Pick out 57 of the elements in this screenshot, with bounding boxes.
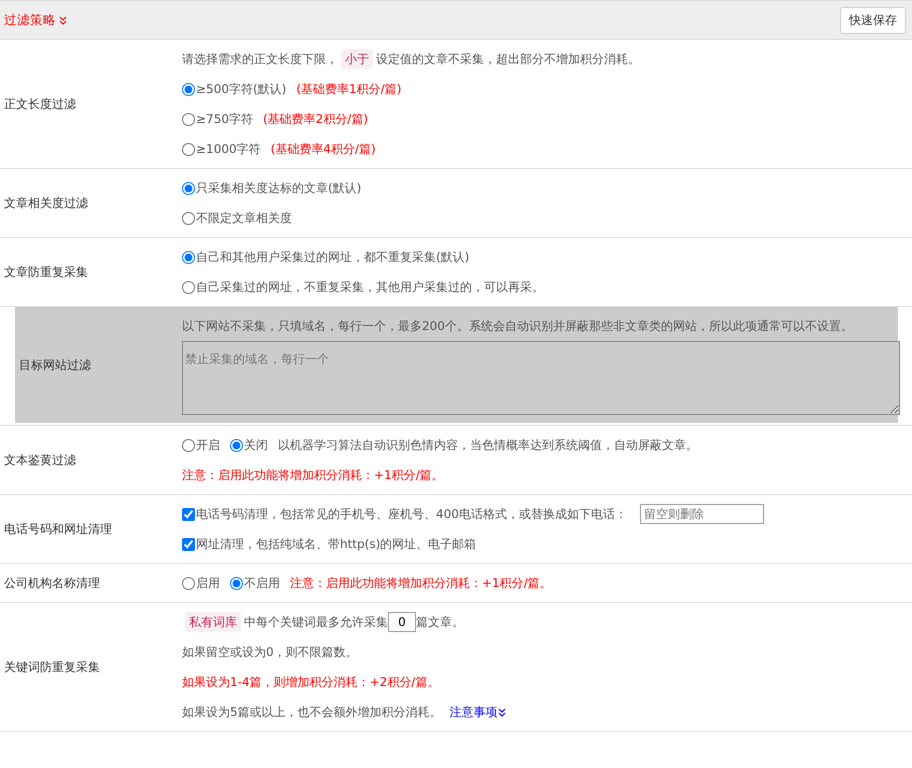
- domain-textarea[interactable]: 禁止采集的域名，每行一个: [182, 341, 900, 415]
- option-label[interactable]: 电话号码清理，包括常见的手机号、座机号、400电话格式，或替换成如下电话：: [196, 499, 627, 529]
- count-input-field[interactable]: 0: [388, 612, 416, 632]
- description-text: 中每个关键词最多允许采集: [244, 614, 388, 631]
- radio-button[interactable]: [230, 576, 243, 590]
- quick-save-button[interactable]: 快速保存: [840, 6, 906, 34]
- option-label[interactable]: 不启用: [244, 568, 280, 598]
- option-label[interactable]: ≥1000字符: [196, 134, 261, 164]
- radio-button[interactable]: [182, 280, 195, 294]
- checkbox[interactable]: [182, 538, 195, 550]
- description-text: 以机器学习算法自动识别色情内容，当色情概率达到系统阈值，自动屏蔽文章。: [278, 437, 698, 454]
- row-label: 正文长度过滤: [3, 96, 77, 112]
- note-text: 注意：启用此功能将增加积分消耗：+1积分/篇。: [290, 575, 552, 592]
- row-label: 公司机构名称清理: [3, 574, 101, 592]
- double-chevron-icon: [59, 16, 67, 24]
- description-text: 如果设为5篇或以上，也不会额外增加积分消耗。: [182, 704, 442, 721]
- option-label[interactable]: 自己和其他用户采集过的网址，都不重复采集(默认): [196, 242, 470, 272]
- radio-button[interactable]: [182, 250, 195, 264]
- radio-button[interactable]: [182, 112, 195, 126]
- option-label[interactable]: 网址清理，包括纯域名、带http(s)的网址、电子邮箱: [196, 529, 476, 559]
- note-text: (基础费率4积分/篇): [270, 141, 376, 158]
- radio-button[interactable]: [182, 182, 195, 194]
- row-label: 关键词防重复采集: [3, 658, 101, 676]
- option-label[interactable]: 自己采集过的网址，不重复采集，其他用户采集过的，可以再采。: [196, 272, 544, 302]
- note-text: 注意：启用此功能将增加积分消耗：+1积分/篇。: [182, 467, 444, 484]
- description-text: 设定值的文章不采集，超出部分不增加积分消耗。: [376, 51, 640, 68]
- checkbox[interactable]: [182, 508, 195, 520]
- radio-button[interactable]: [182, 438, 195, 452]
- radio-button[interactable]: [182, 142, 195, 156]
- phone-input-field[interactable]: 留空则删除: [640, 504, 764, 524]
- double-chevron-icon: [498, 708, 506, 716]
- radio-button[interactable]: [230, 438, 243, 452]
- row-label: 电话号码和网址清理: [3, 520, 113, 538]
- row-label: 文章防重复采集: [3, 264, 89, 280]
- note-text: (基础费率1积分/篇): [296, 81, 402, 98]
- row-label: 文本鉴黄过滤: [3, 452, 77, 468]
- description-text: 如果留空或设为0，则不限篇数。: [182, 644, 358, 661]
- radio-button[interactable]: [182, 576, 195, 590]
- note-text: (基础费率2积分/篇): [262, 111, 368, 128]
- radio-button[interactable]: [182, 82, 195, 96]
- option-label[interactable]: 不限定文章相关度: [196, 203, 292, 233]
- description-text: 篇文章。: [416, 614, 464, 631]
- option-label[interactable]: 启用: [196, 568, 220, 598]
- notice-link[interactable]: 注意事项: [450, 697, 506, 727]
- option-label[interactable]: 只采集相关度达标的文章(默认): [196, 173, 362, 203]
- note-text: 如果设为1-4篇，则增加积分消耗：+2积分/篇。: [182, 674, 440, 691]
- radio-button[interactable]: [182, 212, 195, 224]
- row-label: 文章相关度过滤: [3, 194, 89, 212]
- option-label[interactable]: ≥500字符(默认): [196, 74, 286, 104]
- option-label[interactable]: ≥750字符: [196, 104, 253, 134]
- description-text: 以下网站不采集，只填域名，每行一个，最多200个。系统会自动识别并屏蔽那些非文章类的网站，所以此项通常可以不设置。: [182, 318, 853, 335]
- description-text: 请选择需求的正文长度下限，: [182, 51, 338, 68]
- option-label[interactable]: 关闭: [244, 430, 268, 460]
- option-label[interactable]: 开启: [196, 430, 220, 460]
- highlight-tag: 私有词库: [185, 612, 241, 632]
- highlight-tag: 小于: [341, 49, 373, 69]
- row-label: 目标网站过滤: [18, 356, 92, 374]
